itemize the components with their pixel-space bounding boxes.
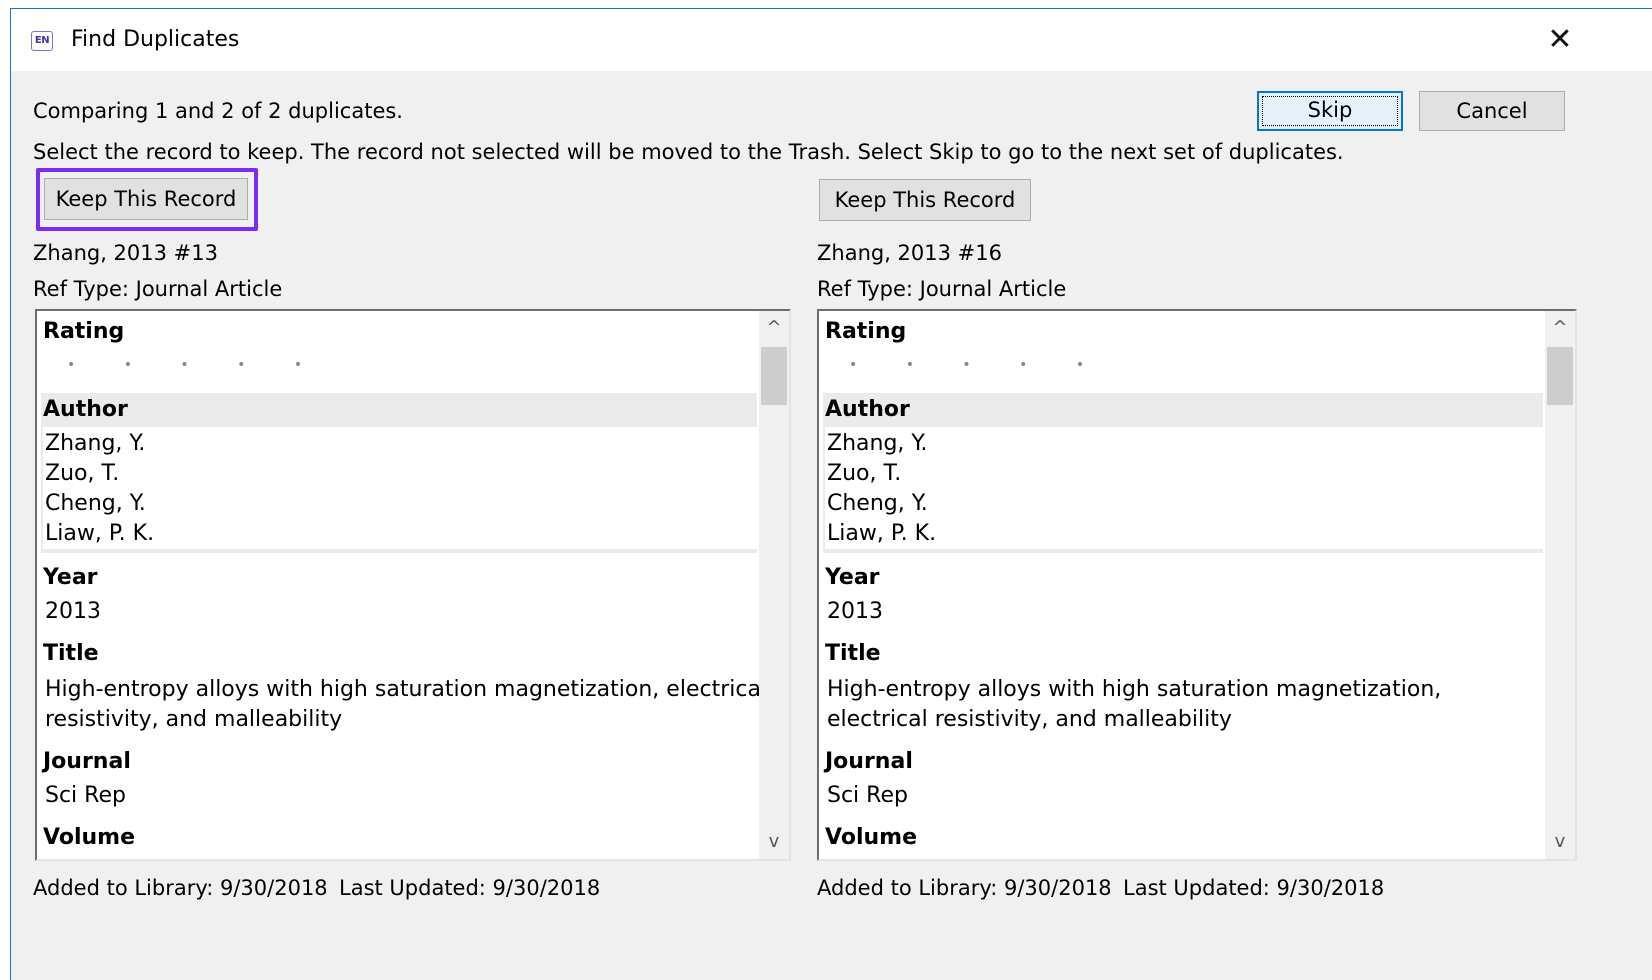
- author-line: Liaw, P. K.: [45, 521, 155, 546]
- updated-date-left: Last Updated: 9/30/2018: [339, 876, 601, 900]
- close-button[interactable]: ✕: [1539, 19, 1581, 61]
- journal-value[interactable]: Sci Rep: [827, 781, 908, 811]
- added-date-right: Added to Library: 9/30/2018: [817, 876, 1112, 900]
- added-date-left: Added to Library: 9/30/2018: [33, 876, 328, 900]
- author-line: Cheng, Y.: [45, 491, 146, 516]
- title-bar: EN Find Duplicates ✕: [11, 9, 1652, 71]
- record-fields-right: Rating • • • • • Author Zhang, Y. Zuo, T…: [819, 311, 1543, 859]
- year-value[interactable]: 2013: [45, 597, 101, 627]
- cancel-button[interactable]: Cancel: [1419, 91, 1565, 131]
- rating-label: Rating: [43, 319, 125, 344]
- skip-button[interactable]: Skip: [1257, 91, 1403, 131]
- year-value[interactable]: 2013: [827, 597, 883, 627]
- title-line[interactable]: electrical resistivity, and malleability: [827, 705, 1232, 735]
- endnote-app-icon: EN: [31, 31, 53, 51]
- record-fields-left: Rating • • • • • Author Zhang, Y. Zuo, T…: [37, 311, 767, 859]
- keep-record-button-right[interactable]: Keep This Record: [819, 179, 1031, 221]
- highlight-box: [36, 168, 258, 231]
- scroll-up-icon[interactable]: ^: [759, 311, 789, 345]
- author-header-bg: [41, 393, 757, 427]
- journal-label: Journal: [825, 749, 913, 774]
- author-line: Liaw, P. K.: [827, 521, 937, 546]
- scroll-down-icon[interactable]: v: [759, 825, 789, 859]
- find-duplicates-dialog: EN Find Duplicates ✕ Comparing 1 and 2 o…: [10, 8, 1652, 980]
- rating-label: Rating: [825, 319, 907, 344]
- title-line[interactable]: High-entropy alloys with high saturation…: [45, 675, 767, 705]
- title-label: Title: [825, 641, 881, 666]
- record-panel-right[interactable]: Rating • • • • • Author Zhang, Y. Zuo, T…: [817, 309, 1577, 861]
- journal-value[interactable]: Sci Rep: [45, 781, 126, 811]
- ref-type-left: Ref Type: Journal Article: [33, 277, 283, 301]
- author-label: Author: [825, 397, 910, 422]
- author-line: Cheng, Y.: [827, 491, 928, 516]
- scroll-down-icon[interactable]: v: [1545, 825, 1575, 859]
- year-label: Year: [43, 565, 98, 590]
- author-label: Author: [43, 397, 128, 422]
- journal-label: Journal: [43, 749, 131, 774]
- author-line: Zuo, T.: [827, 461, 902, 486]
- record-id-left: Zhang, 2013 #13: [33, 241, 218, 265]
- ref-type-right: Ref Type: Journal Article: [817, 277, 1067, 301]
- scrollbar-left[interactable]: ^ v: [759, 311, 789, 859]
- updated-date-right: Last Updated: 9/30/2018: [1123, 876, 1385, 900]
- instruction-text: Select the record to keep. The record no…: [33, 140, 1344, 164]
- record-id-right: Zhang, 2013 #16: [817, 241, 1002, 265]
- year-label: Year: [825, 565, 880, 590]
- title-line[interactable]: resistivity, and malleability: [45, 705, 342, 735]
- author-header-bg: [823, 393, 1543, 427]
- record-panel-left[interactable]: Rating • • • • • Author Zhang, Y. Zuo, T…: [35, 309, 791, 861]
- comparing-status: Comparing 1 and 2 of 2 duplicates.: [33, 99, 403, 123]
- scroll-up-icon[interactable]: ^: [1545, 311, 1575, 345]
- rating-stars[interactable]: • • • • •: [849, 357, 1106, 373]
- volume-label: Volume: [825, 825, 917, 850]
- title-label: Title: [43, 641, 99, 666]
- author-line: Zhang, Y.: [45, 431, 146, 456]
- focus-ring: [1262, 96, 1398, 126]
- title-line[interactable]: High-entropy alloys with high saturation…: [827, 675, 1441, 705]
- author-line: Zhang, Y.: [827, 431, 928, 456]
- scroll-thumb[interactable]: [761, 347, 787, 405]
- volume-label: Volume: [43, 825, 135, 850]
- rating-stars[interactable]: • • • • •: [67, 357, 324, 373]
- scrollbar-right[interactable]: ^ v: [1545, 311, 1575, 859]
- author-line: Zuo, T.: [45, 461, 120, 486]
- window-title: Find Duplicates: [71, 27, 240, 52]
- scroll-thumb[interactable]: [1547, 347, 1573, 405]
